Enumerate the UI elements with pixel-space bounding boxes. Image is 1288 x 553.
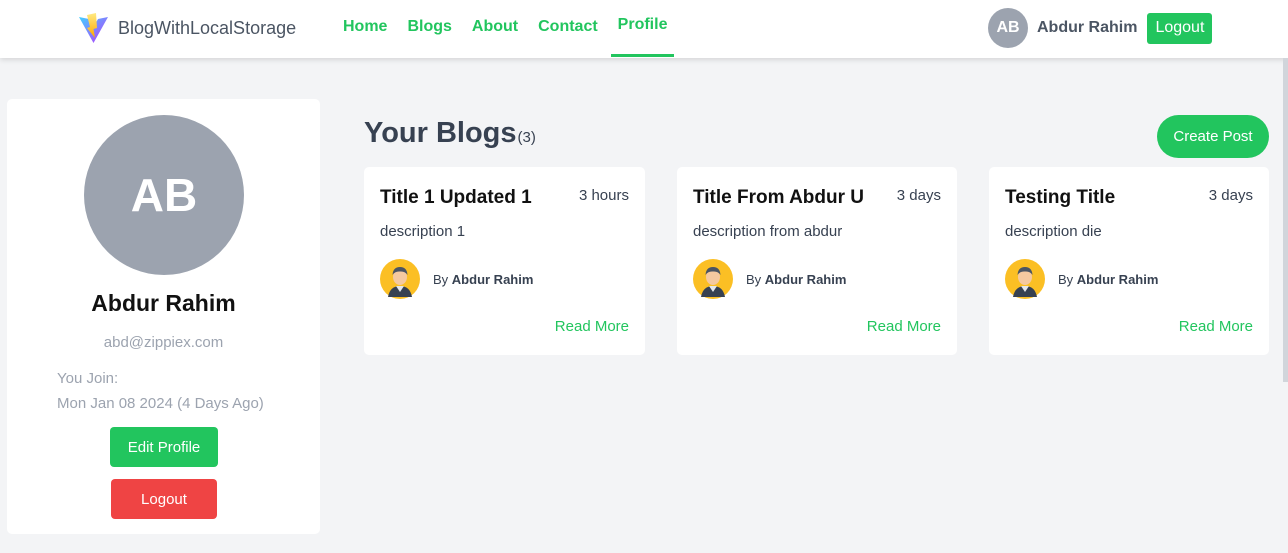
profile-name: Abdur Rahim [91, 290, 236, 316]
nav-links: Home Blogs About Contact Profile [343, 0, 687, 58]
author-text: By Abdur Rahim [1058, 272, 1158, 287]
blogs-title: Your Blogs [364, 117, 517, 149]
author-by: By [746, 271, 762, 287]
nav-avatar[interactable]: AB [988, 8, 1028, 48]
blog-author: By Abdur Rahim [693, 259, 846, 299]
profile-logout-button[interactable]: Logout [111, 479, 217, 519]
profile-email: abd@zippiex.com [103, 334, 224, 351]
blog-title[interactable]: Title From Abdur U [693, 187, 864, 209]
blog-description: description 1 [380, 223, 466, 240]
author-name: Abdur Rahim [764, 271, 847, 287]
vite-logo-icon [79, 12, 108, 43]
user-avatar-icon [380, 259, 420, 299]
read-more-link[interactable]: Read More [1179, 318, 1253, 335]
author-by: By [1058, 271, 1074, 287]
blog-author: By Abdur Rahim [380, 259, 533, 299]
blog-card: Testing Title 3 days description die By … [989, 167, 1269, 355]
blog-description: description die [1005, 223, 1102, 240]
profile-card: AB Abdur Rahim abd@zippiex.com You Join:… [7, 99, 320, 534]
blog-card: Title From Abdur U 3 days description fr… [677, 167, 957, 355]
blog-author: By Abdur Rahim [1005, 259, 1158, 299]
nav-link-home[interactable]: Home [343, 0, 387, 58]
nav-link-blogs[interactable]: Blogs [407, 0, 451, 58]
join-label: You Join: [57, 370, 119, 387]
author-by: By [433, 271, 449, 287]
nav-username: Abdur Rahim [1037, 19, 1138, 36]
brand-name: BlogWithLocalStorage [118, 17, 297, 38]
profile-avatar: AB [84, 115, 244, 275]
blog-title[interactable]: Testing Title [1005, 187, 1115, 209]
blogs-count: (3) [517, 129, 536, 146]
nav-user: AB Abdur Rahim Logout [988, 8, 1213, 48]
author-text: By Abdur Rahim [433, 272, 533, 287]
author-text: By Abdur Rahim [746, 272, 846, 287]
blog-time: 3 days [896, 187, 941, 204]
nav-link-about[interactable]: About [472, 0, 518, 58]
author-name: Abdur Rahim [1076, 271, 1159, 287]
blog-card: Title 1 Updated 1 3 hours description 1 … [364, 167, 645, 355]
scrollbar[interactable] [1283, 58, 1288, 382]
read-more-link[interactable]: Read More [867, 318, 941, 335]
blogs-heading: Your Blogs (3) [364, 117, 536, 150]
brand[interactable]: BlogWithLocalStorage [78, 11, 296, 45]
blog-time: 3 days [1208, 187, 1253, 204]
nav-link-contact[interactable]: Contact [538, 0, 598, 58]
blog-time: 3 hours [578, 187, 629, 204]
user-avatar-icon [693, 259, 733, 299]
edit-profile-button[interactable]: Edit Profile [110, 427, 218, 467]
blog-title[interactable]: Title 1 Updated 1 [380, 187, 532, 209]
join-date: Mon Jan 08 2024 (4 Days Ago) [57, 395, 264, 412]
read-more-link[interactable]: Read More [555, 318, 629, 335]
navbar: BlogWithLocalStorage Home Blogs About Co… [0, 0, 1288, 58]
create-post-button[interactable]: Create Post [1157, 115, 1269, 158]
nav-link-profile[interactable]: Profile [610, 0, 675, 58]
blog-description: description from abdur [693, 223, 843, 240]
nav-logout-button[interactable]: Logout [1147, 12, 1213, 44]
author-name: Abdur Rahim [451, 271, 534, 287]
user-avatar-icon [1005, 259, 1045, 299]
